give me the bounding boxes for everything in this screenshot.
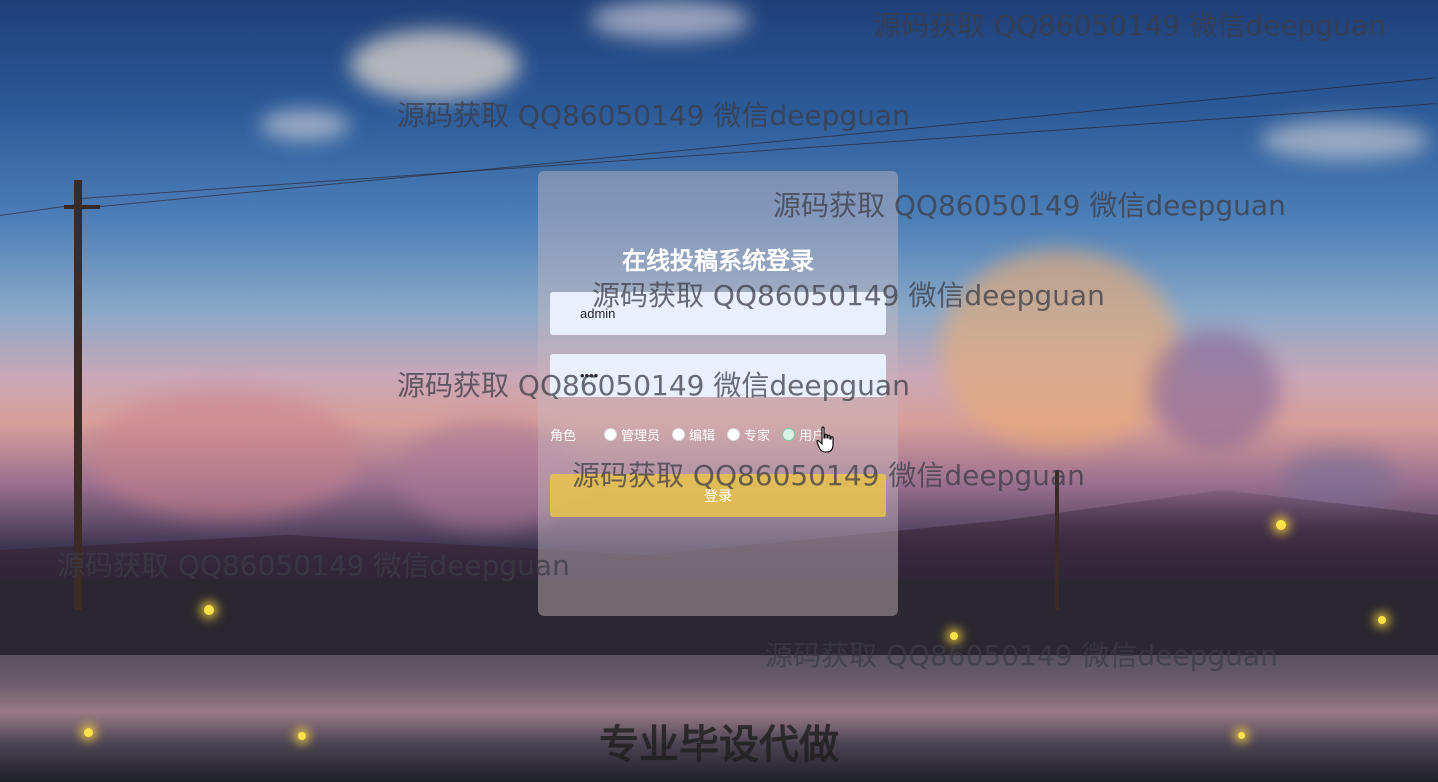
hand-pointer-icon: [816, 426, 834, 453]
power-pole: [1055, 470, 1059, 610]
power-wire: [0, 203, 80, 216]
cloud: [590, 0, 750, 40]
background-scene: 在线投稿系统登录 角色 管理员 编辑 专家 用户 登录 源码获取 QQ86050…: [0, 0, 1438, 782]
cloud: [1150, 330, 1280, 450]
login-button[interactable]: 登录: [550, 474, 886, 517]
password-input[interactable]: [550, 354, 886, 397]
role-option-label[interactable]: 编辑: [689, 425, 715, 444]
watermark-text: 源码获取 QQ86050149 微信deepguan: [397, 99, 910, 132]
cloud: [90, 390, 360, 520]
login-title: 在线投稿系统登录: [622, 247, 814, 275]
cloud: [1260, 120, 1430, 160]
footer-slogan: 专业毕设代做: [599, 722, 839, 768]
firefly: [950, 632, 958, 640]
login-panel: 在线投稿系统登录 角色 管理员 编辑 专家 用户 登录: [538, 171, 898, 616]
role-option-label[interactable]: 管理员: [621, 425, 660, 444]
role-option-label[interactable]: 专家: [744, 425, 770, 444]
role-radio-editor[interactable]: [672, 427, 686, 441]
username-input[interactable]: [550, 292, 886, 335]
power-pole: [74, 180, 82, 610]
firefly: [204, 605, 214, 615]
watermark-text: 源码获取 QQ86050149 微信deepguan: [873, 9, 1386, 42]
cloud: [940, 250, 1180, 450]
cloud: [350, 30, 520, 100]
firefly: [1276, 520, 1286, 530]
firefly: [1378, 616, 1386, 624]
role-selector: 角色 管理员 编辑 专家 用户: [550, 425, 837, 444]
role-radio-admin[interactable]: [604, 427, 618, 441]
role-label: 角色: [550, 428, 577, 444]
cloud: [260, 110, 350, 140]
role-radio-expert[interactable]: [727, 427, 741, 441]
role-radio-user[interactable]: [782, 427, 796, 441]
